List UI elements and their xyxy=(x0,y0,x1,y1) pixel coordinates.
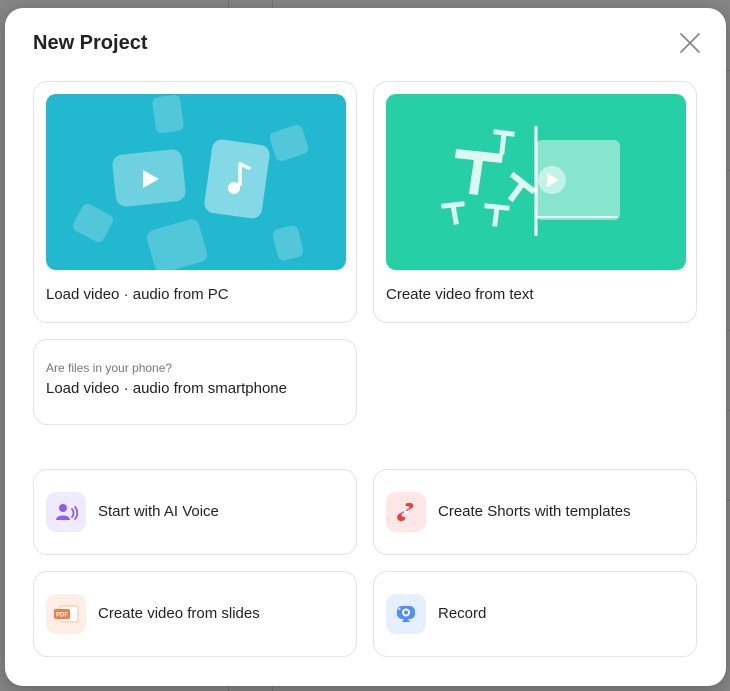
close-button[interactable] xyxy=(677,30,703,56)
create-from-text-card[interactable]: Create video from text xyxy=(373,81,697,323)
create-from-text-label: Create video from text xyxy=(386,286,534,303)
load-from-pc-card[interactable]: Load video · audio from PC xyxy=(33,81,357,323)
slides-card[interactable]: PDF Create video from slides xyxy=(33,571,357,657)
shorts-templates-label: Create Shorts with templates xyxy=(438,503,631,520)
smartphone-hint: Are files in your phone? xyxy=(46,361,173,375)
shorts-templates-card[interactable]: Create Shorts with templates xyxy=(373,469,697,555)
music-file-icon xyxy=(204,139,270,219)
slides-label: Create video from slides xyxy=(98,605,260,622)
shorts-icon xyxy=(386,492,426,532)
load-from-smartphone-card[interactable]: Are files in your phone? Load video · au… xyxy=(33,339,357,425)
new-project-dialog: New Project Load video · audio from PC C… xyxy=(5,8,726,686)
ai-voice-icon xyxy=(46,492,86,532)
ai-voice-card[interactable]: Start with AI Voice xyxy=(33,469,357,555)
pdf-slides-icon: PDF xyxy=(46,594,86,634)
load-from-smartphone-label: Load video · audio from smartphone xyxy=(46,380,287,397)
record-card[interactable]: Record xyxy=(373,571,697,657)
webcam-icon xyxy=(386,594,426,634)
dialog-title: New Project xyxy=(33,32,148,54)
record-label: Record xyxy=(438,605,487,622)
ai-voice-label: Start with AI Voice xyxy=(98,503,219,520)
close-icon xyxy=(680,33,700,53)
text-to-video-illustration xyxy=(441,126,620,236)
create-from-text-thumbnail xyxy=(386,94,686,270)
media-files-illustration xyxy=(73,95,309,270)
load-from-pc-label: Load video · audio from PC xyxy=(46,286,229,303)
load-from-pc-thumbnail xyxy=(46,94,346,270)
pdf-badge-text: PDF xyxy=(56,613,68,619)
video-file-icon xyxy=(112,149,186,207)
